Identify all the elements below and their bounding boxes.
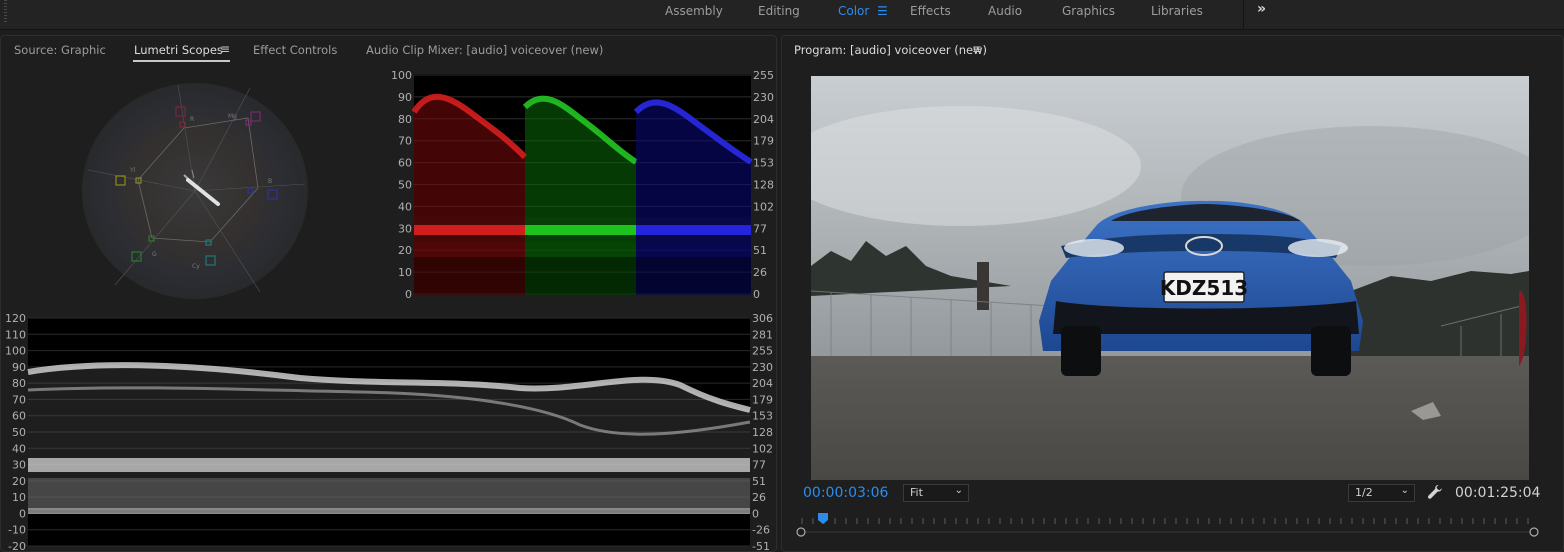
waveform-left-tick-label: -10 — [8, 524, 26, 537]
tab-audio-clip-mixer[interactable]: Audio Clip Mixer: [audio] voiceover (new… — [366, 43, 603, 57]
playhead[interactable] — [817, 513, 828, 524]
chevron-down-icon: ⌄ — [1400, 485, 1409, 496]
parade-right-tick-label: 26 — [753, 266, 767, 279]
parade-left-tick-label: 60 — [398, 157, 412, 170]
waveform-left-tick-label: 10 — [12, 491, 26, 504]
waveform-right-tick-label: 179 — [752, 393, 773, 406]
out-point-handle[interactable] — [1529, 527, 1539, 537]
luma-trace — [27, 362, 751, 514]
parade-right-tick-label: 204 — [753, 113, 774, 126]
parade-left-tick-label: 70 — [398, 135, 412, 148]
playback-resolution-dropdown[interactable]: 1/2 ⌄ — [1348, 484, 1415, 502]
time-ruler[interactable] — [790, 510, 1545, 552]
waveform-left-tick-label: -20 — [8, 540, 26, 552]
duration-timecode: 00:01:25:04 — [1455, 485, 1541, 501]
waveform-right-tick-label: 102 — [752, 442, 773, 455]
waveform-left-tick-label: 90 — [12, 361, 26, 374]
waveform-left-tick-label: 120 — [5, 312, 26, 325]
workspace-tab-audio[interactable]: Audio — [988, 4, 1022, 18]
rgb-parade-scope: 1009080706050403020100 25523020417915312… — [391, 69, 774, 301]
waveform-left-tick-label: 20 — [12, 475, 26, 488]
license-plate-text: KDZ513 — [1160, 276, 1248, 300]
waveform-right-tick-label: 77 — [752, 459, 766, 472]
divider — [1243, 0, 1244, 30]
workspace-tab-libraries[interactable]: Libraries — [1151, 4, 1203, 18]
waveform-right-tick-label: -51 — [752, 540, 770, 552]
parade-left-tick-label: 90 — [398, 91, 412, 104]
luma-waveform-scope: 1201101009080706050403020100-10-20 30628… — [5, 312, 773, 552]
waveform-left-tick-label: 60 — [12, 410, 26, 423]
chimney — [977, 262, 989, 310]
chevron-down-icon: ⌄ — [954, 485, 963, 496]
waveform-right-tick-label: 0 — [752, 507, 759, 520]
tab-lumetri-scopes[interactable]: Lumetri Scopes — [134, 43, 223, 57]
double-chevron-right-icon[interactable]: » — [1257, 1, 1266, 17]
program-video-frame[interactable]: KDZ513 — [811, 76, 1529, 480]
tab-effect-controls[interactable]: Effect Controls — [253, 43, 337, 57]
target-label-yl: Yl — [129, 167, 136, 174]
hamburger-menu-icon[interactable]: ☰ — [877, 4, 888, 18]
parade-left-tick-label: 0 — [405, 288, 412, 301]
waveform-left-tick-label: 30 — [12, 459, 26, 472]
parade-left-tick-label: 100 — [391, 69, 412, 82]
waveform-right-tick-label: 255 — [752, 345, 773, 358]
waveform-right-tick-label: 153 — [752, 410, 773, 423]
workspace-tab-color[interactable]: Color — [838, 4, 869, 18]
waveform-right-tick-label: 230 — [752, 361, 773, 374]
parade-left-tick-label: 50 — [398, 179, 412, 192]
zoom-level-value: Fit — [910, 486, 923, 499]
workspace-bar: Assembly Editing Color ☰ Effects Audio G… — [0, 0, 1564, 30]
waveform-right-tick-label: 306 — [752, 312, 773, 325]
parade-right-tick-label: 102 — [753, 200, 774, 213]
zoom-level-dropdown[interactable]: Fit ⌄ — [903, 484, 969, 502]
target-label-mg: Mg — [228, 113, 237, 120]
waveform-right-tick-label: 128 — [752, 426, 773, 439]
current-timecode[interactable]: 00:00:03:06 — [803, 485, 888, 501]
parade-right-tick-label: 128 — [753, 179, 774, 192]
workspace-tab-graphics[interactable]: Graphics — [1062, 4, 1115, 18]
target-label-g: G — [152, 251, 157, 258]
drag-grip-icon[interactable] — [4, 0, 7, 24]
parade-right-tick-label: 77 — [753, 222, 767, 235]
parade-left-tick-label: 80 — [398, 113, 412, 126]
waveform-right-tick-label: 204 — [752, 377, 773, 390]
tab-source-graphic[interactable]: Source: Graphic — [14, 43, 106, 57]
target-label-b: B — [268, 178, 272, 185]
parade-right-tick-label: 230 — [753, 91, 774, 104]
wrench-icon[interactable] — [1426, 483, 1444, 501]
waveform-left-tick-label: 50 — [12, 426, 26, 439]
vectorscope: R Yl G Cy B Mg — [82, 83, 308, 299]
playback-resolution-value: 1/2 — [1355, 486, 1373, 499]
waveform-left-tick-label: 80 — [12, 377, 26, 390]
parade-left-tick-label: 30 — [398, 222, 412, 235]
target-label-r: R — [190, 116, 194, 123]
parade-right-tick-label: 51 — [753, 244, 767, 257]
parade-left-tick-label: 40 — [398, 200, 412, 213]
active-tab-underline — [133, 60, 230, 62]
parade-left-tick-label: 20 — [398, 244, 412, 257]
waveform-right-tick-label: 26 — [752, 491, 766, 504]
waveform-right-tick-label: -26 — [752, 524, 770, 537]
program-monitor-title[interactable]: Program: [audio] voiceover (new) — [794, 43, 987, 57]
in-point-handle[interactable] — [796, 527, 806, 537]
target-label-cy: Cy — [192, 263, 200, 270]
waveform-right-tick-label: 51 — [752, 475, 766, 488]
workspace-tab-assembly[interactable]: Assembly — [665, 4, 723, 18]
parade-left-tick-label: 10 — [398, 266, 412, 279]
parade-right-tick-label: 0 — [753, 288, 760, 301]
waveform-right-tick-label: 281 — [752, 328, 773, 341]
parade-right-tick-label: 179 — [753, 135, 774, 148]
waveform-left-tick-label: 0 — [19, 507, 26, 520]
workspace-tab-effects[interactable]: Effects — [910, 4, 951, 18]
panel-menu-icon[interactable]: ≡ — [972, 42, 982, 56]
waveform-left-tick-label: 40 — [12, 442, 26, 455]
parade-right-tick-label: 255 — [753, 69, 774, 82]
waveform-left-tick-label: 70 — [12, 393, 26, 406]
waveform-left-tick-label: 100 — [5, 345, 26, 358]
workspace-tab-editing[interactable]: Editing — [758, 4, 800, 18]
waveform-left-tick-label: 110 — [5, 328, 26, 341]
parade-right-tick-label: 153 — [753, 157, 774, 170]
panel-menu-icon[interactable]: ≡ — [220, 42, 230, 56]
